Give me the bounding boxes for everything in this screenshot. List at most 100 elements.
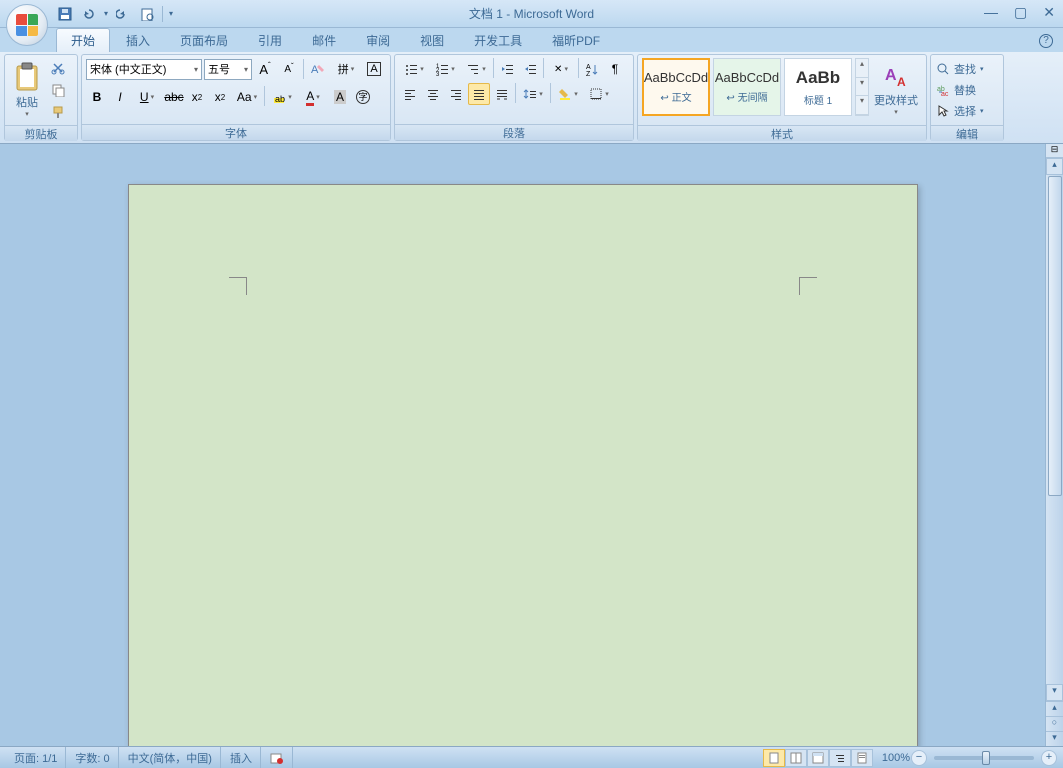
align-center-button[interactable] [422,83,444,105]
undo-button[interactable] [80,5,98,23]
italic-button[interactable]: I [109,86,131,108]
vertical-scrollbar[interactable]: ⊟ ▴ ▾ ▴ ○ ▾ [1045,144,1063,746]
browse-object-button[interactable]: ○ [1046,716,1063,731]
cut-button[interactable] [48,58,68,78]
shading-button[interactable] [553,83,583,105]
enclose-characters-button[interactable]: 字 [352,86,374,108]
office-button[interactable] [6,4,48,46]
document-viewport[interactable] [0,144,1045,746]
svg-text:A: A [311,64,319,76]
font-name-combo[interactable]: 宋体 (中文正文)▾ [86,59,202,80]
asian-layout-button[interactable]: ✕ [546,58,576,80]
zoom-slider[interactable] [934,756,1034,760]
grow-font-button[interactable]: Aˆ [254,58,276,80]
numbering-button[interactable]: 123 [430,58,460,80]
macro-record-status[interactable] [262,747,293,768]
full-screen-reading-view-button[interactable] [785,749,807,767]
ruler-toggle-button[interactable]: ⊟ [1046,144,1063,158]
word-count-status[interactable]: 字数: 0 [67,747,118,768]
select-label: 选择 [954,103,976,119]
zoom-out-button[interactable]: − [911,750,927,766]
insert-mode-status[interactable]: 插入 [222,747,261,768]
font-color-button[interactable]: A [298,86,328,108]
language-status[interactable]: 中文(简体，中国) [120,747,221,768]
save-button[interactable] [56,5,74,23]
style-heading-1[interactable]: AaBb 标题 1 [784,58,852,116]
bold-button[interactable]: B [86,86,108,108]
show-hide-button[interactable]: ¶ [604,58,626,80]
print-layout-view-button[interactable] [763,749,785,767]
tab-insert[interactable]: 插入 [112,29,164,52]
svg-text:3: 3 [436,72,440,76]
document-area: ⊟ ▴ ▾ ▴ ○ ▾ [0,144,1063,746]
zoom-in-button[interactable]: + [1041,750,1057,766]
zoom-slider-thumb[interactable] [982,751,990,765]
qat-customize-icon[interactable]: ▾ [169,9,173,18]
format-painter-button[interactable] [48,102,68,122]
font-name-value: 宋体 (中文正文) [90,61,166,77]
replace-icon: abac [936,83,950,97]
replace-button[interactable]: abac替换 [933,80,979,100]
select-button[interactable]: 选择▾ [933,101,987,121]
align-justify-button[interactable] [468,83,490,105]
maximize-button[interactable]: ▢ [1014,4,1027,21]
superscript-button[interactable]: x2 [209,86,231,108]
align-right-button[interactable] [445,83,467,105]
font-size-combo[interactable]: 五号▾ [204,59,252,80]
paste-button[interactable]: 粘贴 ▾ [9,58,45,122]
tab-view[interactable]: 视图 [406,29,458,52]
draft-view-button[interactable] [851,749,873,767]
tab-developer[interactable]: 开发工具 [460,29,536,52]
print-preview-button[interactable] [138,5,156,23]
align-left-button[interactable] [399,83,421,105]
tab-mailings[interactable]: 邮件 [298,29,350,52]
help-button[interactable]: ? [1039,34,1053,48]
tab-review[interactable]: 审阅 [352,29,404,52]
style-normal[interactable]: AaBbCcDd ↩ 正文 [642,58,710,116]
paste-label: 粘贴 [16,94,38,110]
tab-page-layout[interactable]: 页面布局 [166,29,242,52]
next-page-button[interactable]: ▾ [1046,731,1063,746]
character-border-button[interactable]: A [363,58,385,80]
strikethrough-button[interactable]: abc [163,86,185,108]
decrease-indent-button[interactable] [496,58,518,80]
scroll-track[interactable] [1046,497,1063,684]
phonetic-guide-button[interactable]: 拼 [331,58,361,80]
redo-button[interactable] [114,5,132,23]
outline-view-button[interactable] [829,749,851,767]
character-shading-button[interactable]: A [329,86,351,108]
shrink-font-button[interactable]: Aˇ [278,58,300,80]
subscript-button[interactable]: x2 [186,86,208,108]
sort-button[interactable]: AZ [581,58,603,80]
prev-page-button[interactable]: ▴ [1046,701,1063,716]
multilevel-list-button[interactable] [461,58,491,80]
highlight-button[interactable]: ab [267,86,297,108]
scroll-up-button[interactable]: ▴ [1046,158,1063,175]
scroll-down-button[interactable]: ▾ [1046,684,1063,701]
style-gallery-scroll[interactable]: ▴▾▾ [855,58,869,116]
bullets-button[interactable] [399,58,429,80]
copy-button[interactable] [48,80,68,100]
clear-formatting-button[interactable]: A [307,58,329,80]
document-page[interactable] [128,184,918,746]
undo-dropdown-icon[interactable]: ▾ [104,9,108,18]
line-spacing-button[interactable] [518,83,548,105]
minimize-button[interactable]: — [984,4,998,21]
close-button[interactable]: ✕ [1043,4,1055,21]
underline-button[interactable]: U [132,86,162,108]
align-distributed-button[interactable] [491,83,513,105]
change-styles-button[interactable]: AA 更改样式 ▾ [872,58,920,122]
scroll-thumb[interactable] [1048,176,1062,496]
find-button[interactable]: 查找▾ [933,59,987,79]
increase-indent-button[interactable] [519,58,541,80]
page-number-status[interactable]: 页面: 1/1 [6,747,66,768]
web-layout-view-button[interactable] [807,749,829,767]
zoom-level[interactable]: 100% [882,752,910,764]
style-no-spacing[interactable]: AaBbCcDd ↩ 无间隔 [713,58,781,116]
change-case-button[interactable]: Aa [232,86,262,108]
tab-foxit-pdf[interactable]: 福昕PDF [538,29,614,52]
borders-button[interactable] [584,83,614,105]
tab-references[interactable]: 引用 [244,29,296,52]
svg-text:A: A [586,64,591,71]
tab-home[interactable]: 开始 [56,28,110,52]
